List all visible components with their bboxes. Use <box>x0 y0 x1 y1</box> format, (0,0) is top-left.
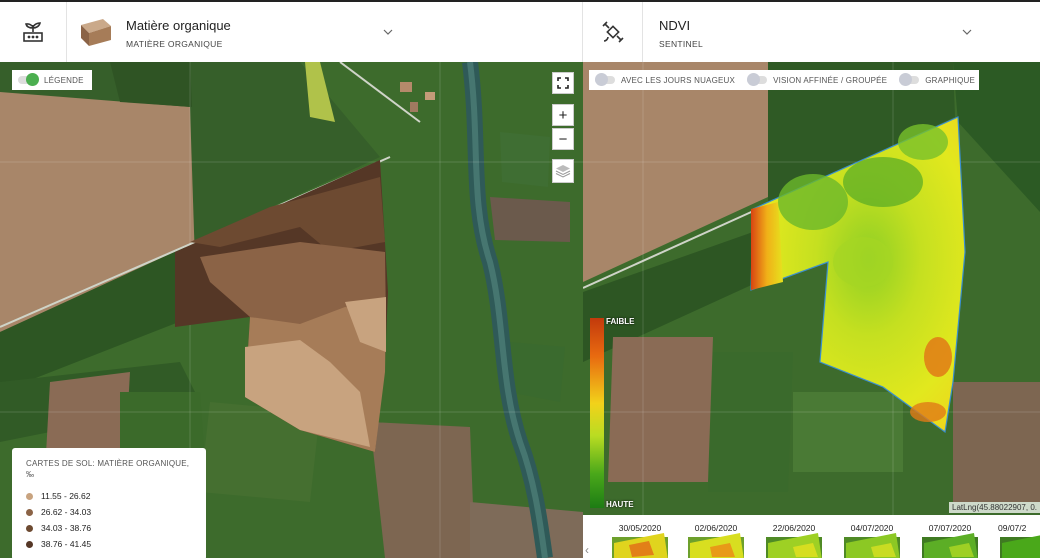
date-thumb[interactable]: 04/07/2020 <box>836 517 908 558</box>
legend-item: 11.55 - 26.62 <box>26 488 192 504</box>
right-layer-subtitle: SENTINEL <box>659 39 703 49</box>
legend-panel: CARTES DE SOL: MATIÈRE ORGANIQUE, ‰ 11.5… <box>12 448 206 558</box>
layers-icon <box>555 165 571 178</box>
legend-switch[interactable] <box>18 73 39 86</box>
date-thumb[interactable]: 09/07/2 <box>992 517 1040 558</box>
plant-sensor-icon <box>23 22 43 42</box>
legend-swatch <box>26 540 33 548</box>
chart-label: GRAPHIQUE <box>925 75 976 85</box>
legend-item: 26.62 - 34.03 <box>26 504 192 520</box>
legend-toggle[interactable]: LÉGENDE <box>12 70 92 90</box>
ndvi-scale <box>590 318 604 508</box>
cloudy-days-label: AVEC LES JOURS NUAGEUX <box>621 75 736 85</box>
left-layer-subtitle: MATIÈRE ORGANIQUE <box>126 39 223 49</box>
legend-item-label: 11.55 - 26.62 <box>41 491 91 501</box>
layers-button[interactable] <box>552 159 574 183</box>
date-label: 09/07/2 <box>998 523 1027 533</box>
zoom-in-button[interactable]: + <box>552 104 574 126</box>
legend-swatch <box>26 524 33 532</box>
legend-item: 38.76 - 41.45 <box>26 536 192 552</box>
refined-view-switch[interactable] <box>747 73 768 86</box>
layer-selector-right[interactable]: NDVI SENTINEL <box>643 2 1040 62</box>
date-label: 22/06/2020 <box>772 523 816 533</box>
scale-low-label: FAIBLE <box>606 317 635 326</box>
legend-item-label: 34.03 - 38.76 <box>41 523 92 533</box>
date-thumb[interactable]: 07/07/2020 <box>914 517 986 558</box>
satellite-icon <box>601 21 624 43</box>
cloudy-days-switch[interactable] <box>595 73 615 86</box>
soil-layer-icon <box>81 19 111 46</box>
legend-item-label: 26.62 - 34.03 <box>41 507 92 517</box>
chevron-down-icon[interactable] <box>381 25 395 39</box>
date-thumb[interactable]: 30/05/2020 <box>604 517 676 558</box>
legend-item: 34.03 - 38.76 <box>26 520 192 536</box>
right-map[interactable]: AVEC LES JOURS NUAGEUX VISION AFFINÉE / … <box>583 62 1040 558</box>
chart-switch[interactable] <box>899 73 920 86</box>
satellite-imagery <box>583 62 1040 558</box>
legend-swatch <box>26 492 33 500</box>
scale-high-label: HAUTE <box>606 500 634 509</box>
right-layer-title: NDVI <box>659 18 691 33</box>
legend-swatch <box>26 508 33 516</box>
zoom-out-button[interactable]: − <box>552 128 574 150</box>
date-timeline: ‹ 30/05/2020 02/06/2020 22/06/2020 04/07… <box>583 515 1040 558</box>
date-thumb[interactable]: 02/06/2020 <box>680 517 752 558</box>
left-layer-title: Matière organique <box>126 18 231 33</box>
top-bar: Matière organique MATIÈRE ORGANIQUE NDVI… <box>0 0 1040 62</box>
prev-arrow[interactable]: ‹ <box>585 543 589 557</box>
legend-toggle-label: LÉGENDE <box>44 75 84 85</box>
fullscreen-button[interactable] <box>552 72 574 94</box>
legend-item-label: 38.76 - 41.45 <box>41 539 92 549</box>
date-label: 30/05/2020 <box>618 523 662 533</box>
chevron-down-icon[interactable] <box>960 25 974 39</box>
coordinates-readout: LatLng(45.88022907, 0. <box>949 502 1040 513</box>
date-thumb[interactable]: 22/06/2020 <box>758 517 830 558</box>
satellite-icon-box[interactable] <box>583 2 643 62</box>
date-label: 02/06/2020 <box>694 523 738 533</box>
refined-view-label: VISION AFFINÉE / GROUPÉE <box>773 75 888 85</box>
layer-selector-left[interactable]: Matière organique MATIÈRE ORGANIQUE <box>67 2 583 62</box>
options-bar: AVEC LES JOURS NUAGEUX VISION AFFINÉE / … <box>589 70 979 90</box>
app-icon-box[interactable] <box>0 2 67 62</box>
left-map[interactable]: LÉGENDE + − CARTES DE SOL: MATIÈRE ORGAN… <box>0 62 583 558</box>
date-label: 04/07/2020 <box>850 523 894 533</box>
fullscreen-icon <box>557 77 569 89</box>
date-label: 07/07/2020 <box>928 523 972 533</box>
legend-title: CARTES DE SOL: MATIÈRE ORGANIQUE, ‰ <box>26 459 190 479</box>
